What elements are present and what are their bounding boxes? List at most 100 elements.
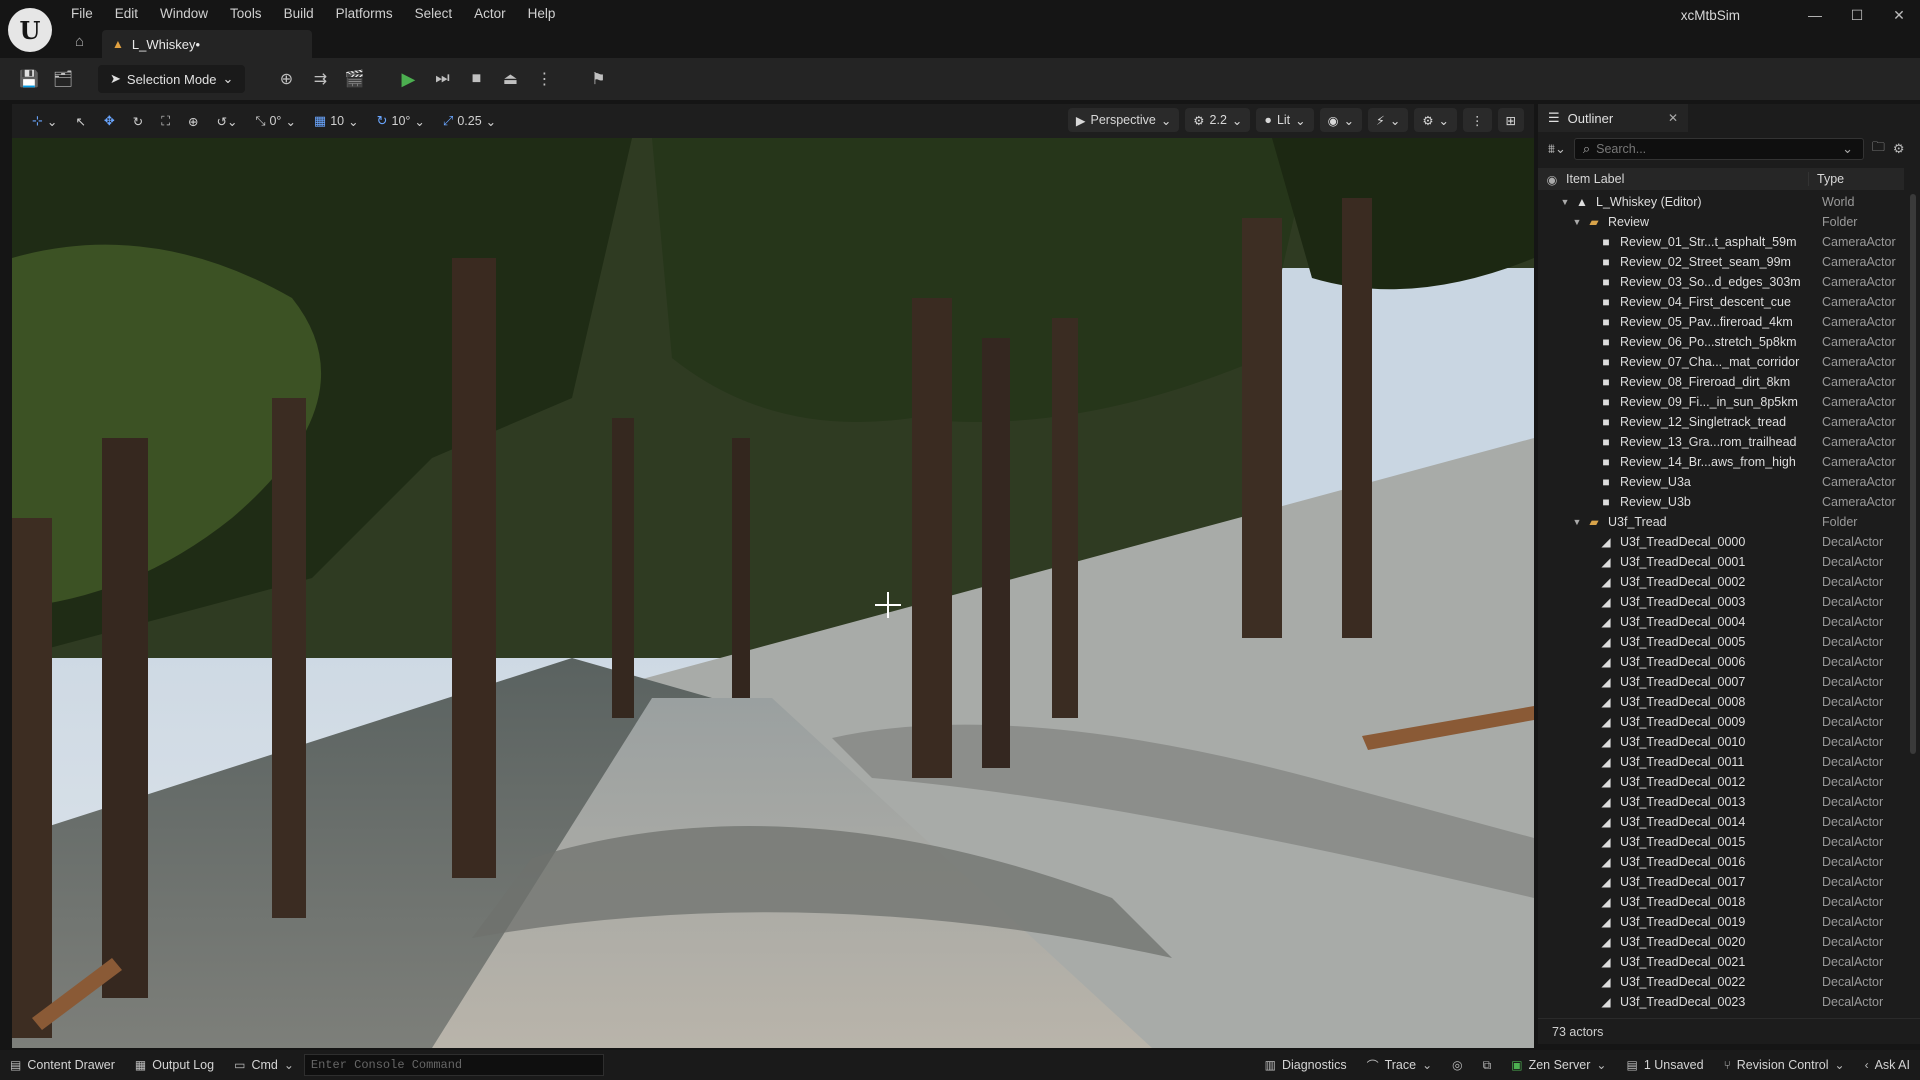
outliner-actor-row[interactable]: ◢ U3f_TreadDecal_0011 DecalActor [1538,752,1904,772]
outliner-scrollbar[interactable] [1910,194,1916,754]
outliner-actor-row[interactable]: ◢ U3f_TreadDecal_0002 DecalActor [1538,572,1904,592]
outliner-actor-row[interactable]: ■ Review_08_Fireroad_dirt_8km CameraActor [1538,372,1904,392]
move-tool-icon[interactable]: ✥ [98,110,121,132]
outliner-actor-row[interactable]: ■ Review_02_Street_seam_99m CameraActor [1538,252,1904,272]
column-item-label[interactable]: Item Label [1566,172,1808,186]
close-window-icon[interactable]: ✕ [1878,0,1920,30]
transform-mode-dropdown[interactable]: ⊹ ⌄ [26,110,63,132]
outliner-actor-row[interactable]: ◢ U3f_TreadDecal_0020 DecalActor [1538,932,1904,952]
outliner-actor-row[interactable]: ■ Review_05_Pav...fireroad_4km CameraActor [1538,312,1904,332]
outliner-actor-row[interactable]: ◢ U3f_TreadDecal_0009 DecalActor [1538,712,1904,732]
scale-tool-icon[interactable]: ⛶ [155,110,176,132]
outliner-tab[interactable]: ☰ Outliner ✕ [1538,104,1688,132]
menu-window[interactable]: Window [149,4,219,26]
filter-icon[interactable]: ⩩⌄ [1548,141,1566,157]
output-log-button[interactable]: ▦ Output Log [125,1050,224,1080]
outliner-actor-row[interactable]: ◢ U3f_TreadDecal_0003 DecalActor [1538,592,1904,612]
ask-ai-button[interactable]: ‹ Ask AI [1855,1050,1920,1080]
scale-snap-control[interactable]: ⤢ 0.25 ⌄ [437,110,502,132]
outliner-actor-row[interactable]: ■ Review_12_Singletrack_tread CameraActor [1538,412,1904,432]
menu-edit[interactable]: Edit [104,4,149,26]
level-tab[interactable]: ▲ L_Whiskey• [102,30,312,58]
outliner-actor-row[interactable]: ◢ U3f_TreadDecal_0019 DecalActor [1538,912,1904,932]
menu-help[interactable]: Help [517,4,567,26]
menu-build[interactable]: Build [273,4,325,26]
settings-gear-icon[interactable]: ⚙ [1893,141,1905,157]
outliner-folder-row[interactable]: ▼ ▰ Review Folder [1538,212,1904,232]
outliner-actor-row[interactable]: ◢ U3f_TreadDecal_0013 DecalActor [1538,792,1904,812]
show-flags-dropdown[interactable]: ◉ ⌄ [1319,108,1363,132]
column-type[interactable]: Type [1808,172,1904,186]
cmd-dropdown[interactable]: ▭ Cmd ⌄ [224,1050,304,1080]
viewport-more-icon[interactable]: ⋮ [1463,108,1492,132]
revision-control-dropdown[interactable]: ⑂ Revision Control ⌄ [1714,1050,1855,1080]
minimize-icon[interactable]: — [1794,0,1836,30]
outliner-actor-row[interactable]: ■ Review_13_Gra...rom_trailhead CameraActo… [1538,432,1904,452]
close-icon[interactable]: ✕ [1668,111,1678,125]
outliner-actor-row[interactable]: ■ Review_09_Fi..._in_sun_8p5km CameraActor [1538,392,1904,412]
stop-icon[interactable]: ■ [463,66,489,92]
outliner-actor-row[interactable]: ◢ U3f_TreadDecal_0016 DecalActor [1538,852,1904,872]
eject-icon[interactable]: ⏏ [497,66,523,92]
expand-arrow-icon[interactable]: ▼ [1558,197,1572,207]
outliner-actor-row[interactable]: ◢ U3f_TreadDecal_0010 DecalActor [1538,732,1904,752]
outliner-actor-row[interactable]: ◢ U3f_TreadDecal_0012 DecalActor [1538,772,1904,792]
outliner-actor-row[interactable]: ■ Review_U3b CameraActor [1538,492,1904,512]
add-folder-icon[interactable]: 🗀 [1872,138,1885,160]
outliner-actor-row[interactable]: ■ Review_03_So...d_edges_303m CameraActor [1538,272,1904,292]
outliner-actor-row[interactable]: ◢ U3f_TreadDecal_0004 DecalActor [1538,612,1904,632]
record-button[interactable]: ◎ [1442,1050,1472,1080]
menu-tools[interactable]: Tools [219,4,273,26]
outliner-actor-row[interactable]: ■ Review_04_First_descent_cue CameraActor [1538,292,1904,312]
unsaved-button[interactable]: ▤ 1 Unsaved [1616,1050,1713,1080]
add-actor-icon[interactable]: ⊕ [273,66,299,92]
rotation-snap-control[interactable]: ⤡ 0° ⌄ [249,110,301,132]
menu-actor[interactable]: Actor [463,4,517,26]
outliner-actor-row[interactable]: ◢ U3f_TreadDecal_0017 DecalActor [1538,872,1904,892]
outliner-actor-row[interactable]: ◢ U3f_TreadDecal_0023 DecalActor [1538,992,1904,1012]
rotate-tool-icon[interactable]: ↻ [127,110,149,132]
outliner-actor-row[interactable]: ◢ U3f_TreadDecal_0000 DecalActor [1538,532,1904,552]
angle-snap-control[interactable]: ↻ 10° ⌄ [371,110,431,132]
outliner-actor-row[interactable]: ◢ U3f_TreadDecal_0022 DecalActor [1538,972,1904,992]
chevron-down-icon[interactable]: ⌄ [1842,141,1853,157]
visibility-eye-icon[interactable]: ◉ [1538,172,1566,187]
outliner-folder-row[interactable]: ▼ ▰ U3f_Tread Folder [1538,512,1904,532]
performance-dropdown[interactable]: ⚡ ⌄ [1368,108,1409,132]
expand-arrow-icon[interactable]: ▼ [1570,517,1584,527]
play-icon[interactable]: ▶ [395,66,421,92]
outliner-actor-row[interactable]: ◢ U3f_TreadDecal_0005 DecalActor [1538,632,1904,652]
zen-server-dropdown[interactable]: ▣ Zen Server ⌄ [1501,1050,1616,1080]
select-tool-icon[interactable]: ↖ [69,110,91,132]
outliner-actor-row[interactable]: ▼ ▲ L_Whiskey (Editor) World [1538,192,1904,212]
browse-icon[interactable]: 🗂 [50,66,76,92]
cinematics-icon[interactable]: 🎬 [341,66,367,92]
outliner-actor-row[interactable]: ◢ U3f_TreadDecal_0006 DecalActor [1538,652,1904,672]
outliner-actor-row[interactable]: ■ Review_07_Cha..._mat_corridor CameraActo… [1538,352,1904,372]
outliner-actor-row[interactable]: ◢ U3f_TreadDecal_0015 DecalActor [1538,832,1904,852]
outliner-actor-row[interactable]: ◢ U3f_TreadDecal_0018 DecalActor [1538,892,1904,912]
view-mode-dropdown[interactable]: ▶ Perspective ⌄ [1067,108,1180,132]
expand-arrow-icon[interactable]: ▼ [1570,217,1584,227]
step-icon[interactable]: ⏭ [429,66,455,92]
menu-select[interactable]: Select [404,4,464,26]
outliner-search-input[interactable] [1596,142,1837,156]
platforms-icon[interactable]: ⚑ [585,66,611,92]
viewport-settings-dropdown[interactable]: ⚙ ⌄ [1414,108,1458,132]
grid-snap-control[interactable]: ▦ 10 ⌄ [308,110,365,132]
outliner-actor-row[interactable]: ■ Review_06_Po...stretch_5p8km CameraActor [1538,332,1904,352]
console-command-input[interactable] [303,1054,604,1076]
outliner-actor-row[interactable]: ◢ U3f_TreadDecal_0007 DecalActor [1538,672,1904,692]
content-drawer-button[interactable]: ▤ Content Drawer [0,1050,125,1080]
camera-speed-dropdown[interactable]: ⚙ 2.2 ⌄ [1185,108,1251,132]
unreal-logo-icon[interactable]: U [8,8,52,52]
more-options-icon[interactable]: ⋮ [531,66,557,92]
outliner-actor-row[interactable]: ◢ U3f_TreadDecal_0021 DecalActor [1538,952,1904,972]
outliner-actor-row[interactable]: ◢ U3f_TreadDecal_0014 DecalActor [1538,812,1904,832]
trace-dropdown[interactable]: ⌒ Trace ⌄ [1357,1050,1443,1080]
outliner-actor-row[interactable]: ◢ U3f_TreadDecal_0008 DecalActor [1538,692,1904,712]
maximize-icon[interactable]: ☐ [1836,0,1878,30]
layout-icon[interactable]: ⊞ [1497,108,1524,132]
surface-snap-icon[interactable]: ↺⌄ [211,110,244,132]
home-icon[interactable]: ⌂ [75,33,93,51]
